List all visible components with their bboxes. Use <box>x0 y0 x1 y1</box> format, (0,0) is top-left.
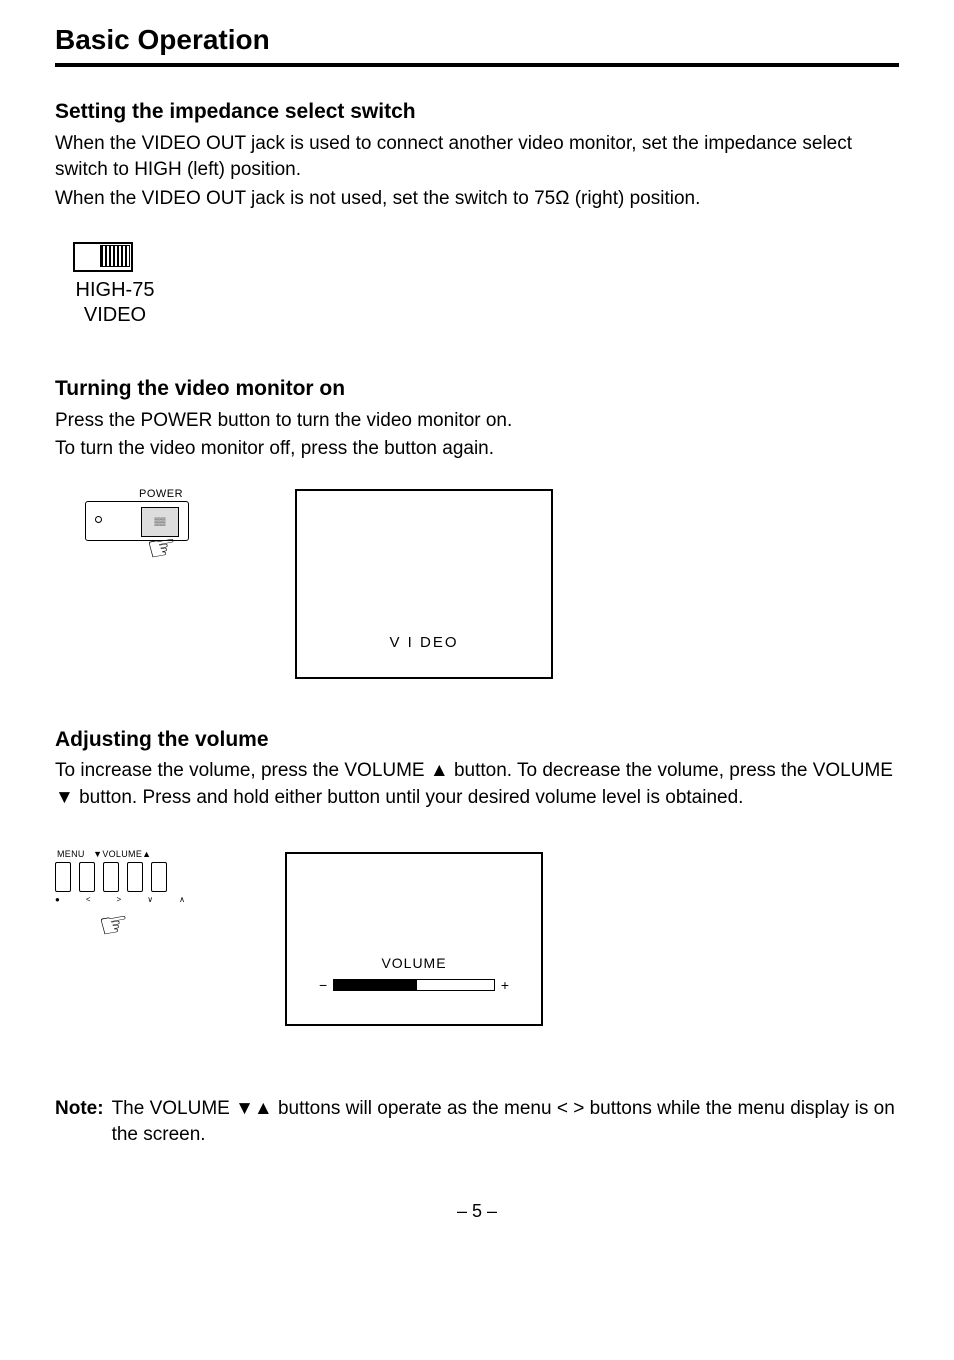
button-5-icon <box>151 862 167 892</box>
page-number: – 5 – <box>55 1199 899 1224</box>
sub-lt: < <box>86 894 91 905</box>
section-power: Turning the video monitor on Press the P… <box>55 374 899 679</box>
switch-label-line1: HIGH-75 <box>76 279 155 301</box>
switch-diagram: HIGH-75 VIDEO <box>73 242 899 328</box>
volume-bar-row: − + <box>319 976 509 996</box>
tiny-volume-label: ▼VOLUME▲ <box>93 849 151 859</box>
volume-plus-label: + <box>501 976 509 996</box>
title-rule <box>55 63 899 67</box>
section-volume: Adjusting the volume To increase the vol… <box>55 725 899 1026</box>
heading-impedance: Setting the impedance select switch <box>55 97 899 126</box>
impedance-para-2: When the VIDEO OUT jack is not used, set… <box>55 186 899 213</box>
sub-v: ∨ <box>147 894 153 905</box>
heading-volume: Adjusting the volume <box>55 725 899 754</box>
volume-buttons-diagram: MENU ▼VOLUME▲ ● < > ∨ ∧ ☜ <box>55 852 205 972</box>
button-sub-labels: ● < > ∨ ∧ <box>55 894 185 905</box>
hand-pointer-icon: ☜ <box>96 905 132 944</box>
button-row <box>55 862 167 892</box>
tiny-labels: MENU ▼VOLUME▲ <box>57 848 151 861</box>
note-block: Note: The VOLUME ▼▲ buttons will operate… <box>55 1096 899 1149</box>
screen-video-label: V I DEO <box>297 632 551 653</box>
screen-video-diagram: V I DEO <box>295 489 553 679</box>
switch-box-icon <box>73 242 133 272</box>
power-para-1: Press the POWER button to turn the video… <box>55 408 899 435</box>
impedance-para-1: When the VIDEO OUT jack is used to conne… <box>55 131 899 184</box>
volume-para-1: To increase the volume, press the VOLUME… <box>55 758 899 811</box>
tiny-menu-label: MENU <box>57 849 85 859</box>
sub-caret: ∧ <box>179 894 185 905</box>
heading-power: Turning the video monitor on <box>55 374 899 403</box>
screen-volume-diagram: VOLUME − + <box>285 852 543 1026</box>
power-led-icon <box>95 516 102 523</box>
volume-track-icon <box>333 979 495 991</box>
power-button-diagram: POWER ▒▒ ☜ <box>85 489 225 599</box>
page-title: Basic Operation <box>55 20 899 59</box>
vol-up-button-icon <box>103 862 119 892</box>
volume-minus-label: − <box>319 976 327 996</box>
vol-down-button-icon <box>79 862 95 892</box>
hand-pointer-icon: ☜ <box>144 529 180 568</box>
volume-fill-icon <box>334 980 417 990</box>
switch-label: HIGH-75 VIDEO <box>73 278 157 328</box>
button-4-icon <box>127 862 143 892</box>
screen-volume-label: VOLUME <box>287 954 541 974</box>
sub-dot: ● <box>55 894 60 905</box>
section-impedance: Setting the impedance select switch When… <box>55 97 899 328</box>
sub-gt: > <box>117 894 122 905</box>
switch-label-line2: VIDEO <box>84 304 146 326</box>
switch-slider-icon <box>100 245 130 267</box>
note-label: Note: <box>55 1096 104 1149</box>
power-para-2: To turn the video monitor off, press the… <box>55 436 899 463</box>
menu-button-icon <box>55 862 71 892</box>
note-text: The VOLUME ▼▲ buttons will operate as th… <box>112 1096 899 1149</box>
